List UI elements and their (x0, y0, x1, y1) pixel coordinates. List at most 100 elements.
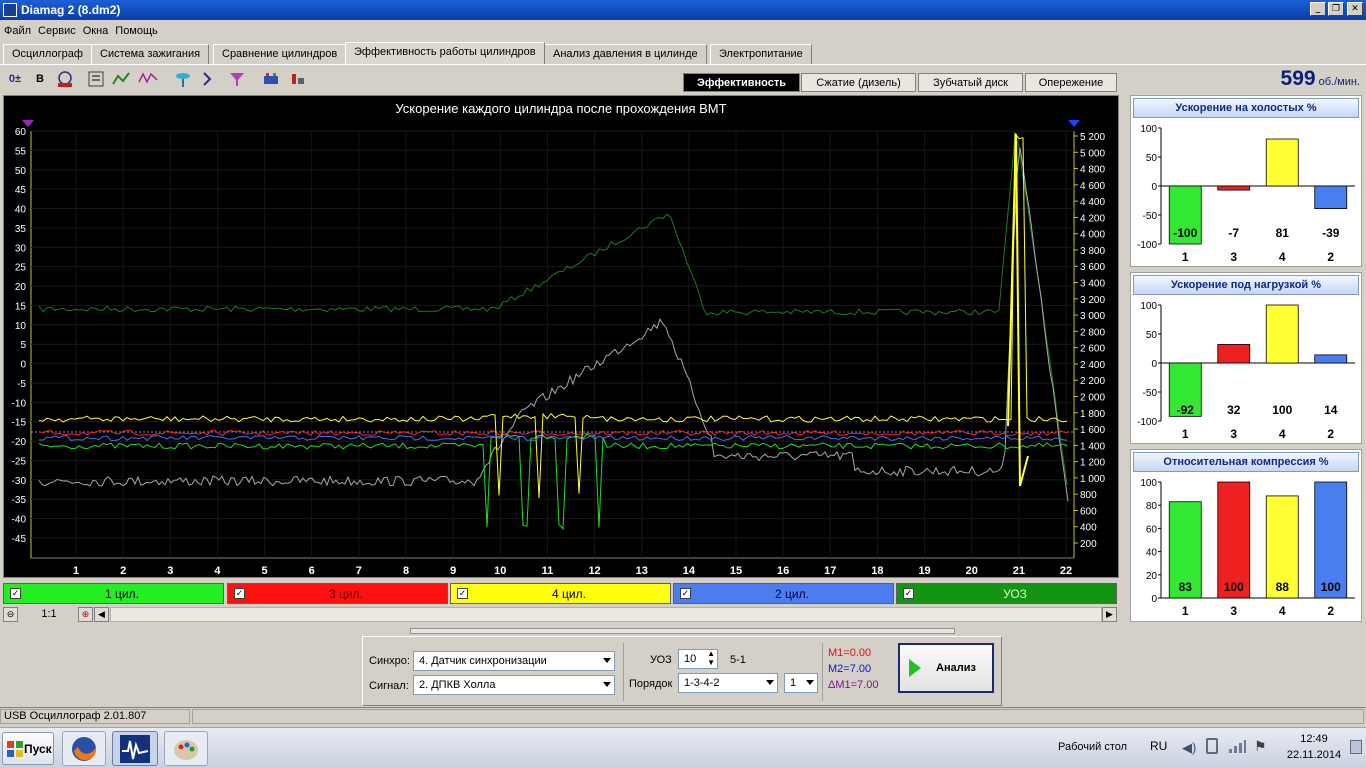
trigger-icon[interactable]: 0± (5, 69, 25, 89)
menu-file[interactable]: Файл (4, 25, 31, 37)
left-tick-label: -10 (12, 398, 27, 409)
network-icon[interactable] (1228, 739, 1246, 756)
bar-cyl-2 (1314, 185, 1348, 210)
order-extra-select[interactable]: 1 (784, 673, 818, 693)
curve-icon[interactable] (111, 69, 131, 89)
checkbox-cyl4[interactable]: ✓ (457, 588, 468, 599)
acceleration-chart[interactable]: Ускорение каждого цилиндра после прохожд… (3, 95, 1119, 578)
left-tick-label: 10 (15, 321, 27, 332)
sensor-icon[interactable] (173, 69, 193, 89)
x-tick-label: 19 (918, 565, 930, 577)
cylinder-bar-panels: Ускорение на холостых % 100 50 0 -50 -100 -10… (1128, 95, 1364, 622)
bar-cylinder-label: 2 (1327, 604, 1334, 618)
channel-legend: ✓ 1 цил. ✓ 3 цил. ✓ 4 цил. ✓ 2 цил. ✓ УОЗ (3, 583, 1119, 605)
order-icon[interactable] (86, 69, 106, 89)
left-tick-label: -40 (12, 515, 27, 526)
bar-value-label: -7 (1228, 226, 1239, 240)
engine-icon[interactable] (261, 69, 281, 89)
zoom-out-button[interactable]: ⊖ (3, 607, 18, 622)
firefox-taskbar-button[interactable] (62, 731, 106, 766)
tab-oscilloscope[interactable]: Осциллограф (3, 44, 92, 64)
flag-icon[interactable]: ⚑ (1254, 738, 1267, 755)
bar-tick-label: 0 (1151, 359, 1157, 370)
usb-device-icon[interactable] (1206, 738, 1218, 754)
rpm-icon[interactable] (55, 69, 75, 89)
bar-tick-label: -100 (1137, 417, 1157, 428)
stepper-arrows-icon[interactable]: ▲ ▼ (707, 649, 715, 667)
checkbox-uoz[interactable]: ✓ (903, 588, 914, 599)
bold-icon[interactable]: B (30, 69, 50, 89)
bar-tick-label: 60 (1146, 524, 1158, 535)
language-indicator[interactable]: RU (1150, 739, 1167, 753)
x-tick-label: 1 (73, 565, 79, 577)
panel-splitter[interactable] (410, 628, 955, 634)
panel-title: Ускорение под нагрузкой % (1133, 275, 1359, 295)
right-tick-label: 600 (1080, 506, 1097, 517)
status-panel (192, 709, 1364, 724)
clock-date[interactable]: 22.11.2014 (1280, 749, 1348, 761)
start-button[interactable]: Пуск (2, 732, 54, 765)
subtab-efficiency[interactable]: Эффективность (683, 73, 800, 92)
vvti-icon[interactable] (138, 69, 158, 89)
subtab-compression[interactable]: Сжатие (дизель) (801, 73, 916, 92)
scroll-right-button[interactable]: ▶ (1102, 607, 1117, 622)
restore-button[interactable]: ❐ (1328, 2, 1344, 16)
legend-uoz[interactable]: ✓ УОЗ (896, 583, 1117, 604)
checkbox-cyl2[interactable]: ✓ (680, 588, 691, 599)
analyze-label: Анализ (936, 662, 976, 674)
paint-taskbar-button[interactable] (164, 731, 208, 766)
tab-power[interactable]: Электропитание (710, 44, 812, 64)
legend-cyl3[interactable]: ✓ 3 цил. (227, 583, 448, 604)
menu-windows[interactable]: Окна (83, 25, 109, 37)
bar-tick-label: 0 (1151, 594, 1157, 605)
minimize-button[interactable]: _ (1310, 2, 1326, 16)
left-tick-label: 60 (15, 127, 27, 138)
cylinder-order-icon[interactable] (200, 69, 220, 89)
menu-service[interactable]: Сервис (38, 25, 76, 37)
bar-cylinder-label: 1 (1182, 604, 1189, 618)
legend-cyl4[interactable]: ✓ 4 цил. (450, 583, 671, 604)
legend-cyl1[interactable]: ✓ 1 цил. (3, 583, 224, 604)
x-tick-label: 2 (120, 565, 126, 577)
signal-select[interactable]: 2. ДПКВ Холла (413, 675, 615, 695)
x-tick-label: 15 (730, 565, 742, 577)
tab-cylinder-efficiency[interactable]: Эффективность работы цилиндров (345, 42, 545, 64)
right-tick-label: 3 200 (1080, 295, 1105, 306)
right-tick-label: 2 800 (1080, 327, 1105, 338)
sync-label: Синхро: (369, 655, 410, 667)
desktop-label[interactable]: Рабочий стол (1058, 741, 1127, 753)
left-tick-label: -45 (12, 534, 27, 545)
tab-pressure-analysis[interactable]: Анализ давления в цилинде (544, 44, 707, 64)
menu-help[interactable]: Помощь (115, 25, 158, 37)
tab-cylinder-compare[interactable]: Сравнение цилиндров (213, 44, 347, 64)
zoom-in-button[interactable]: ⊕ (78, 607, 93, 622)
diamag-taskbar-button[interactable] (112, 731, 158, 766)
bar-cyl-4 (1265, 138, 1299, 187)
scroll-left-button[interactable]: ◀ (94, 607, 109, 622)
left-marker-icon (22, 120, 34, 127)
filter-icon[interactable] (227, 69, 247, 89)
tab-ignition[interactable]: Система зажигания (91, 44, 210, 64)
clock-time[interactable]: 12:49 (1288, 733, 1340, 745)
menu-bar: Файл Сервис Окна Помощь (0, 21, 1366, 41)
close-button[interactable]: ✕ (1347, 2, 1363, 16)
checkbox-cyl3[interactable]: ✓ (234, 588, 245, 599)
sync-select[interactable]: 4. Датчик синхронизации (413, 651, 615, 671)
order-select[interactable]: 1-3-4-2 (678, 673, 778, 693)
checkbox-cyl1[interactable]: ✓ (10, 588, 21, 599)
uoz-stepper[interactable]: 10 ▲ ▼ (678, 649, 718, 669)
subtab-advance[interactable]: Опережение (1025, 73, 1117, 92)
show-desktop-icon[interactable] (1350, 740, 1362, 754)
legend-cyl2[interactable]: ✓ 2 цил. (673, 583, 894, 604)
settings-icon[interactable] (288, 69, 308, 89)
right-tick-label: 2 000 (1080, 392, 1105, 403)
analyze-button[interactable]: Анализ (898, 643, 994, 693)
zoom-scroll-row: ⊖ 1:1 ⊕ ◀ ▶ (3, 606, 1119, 623)
horizontal-scrollbar[interactable] (110, 607, 1102, 622)
subtab-toothed-disk[interactable]: Зубчатый диск (918, 73, 1023, 92)
left-tick-label: 25 (15, 263, 27, 274)
x-tick-label: 10 (494, 565, 506, 577)
bar-value-label: 100 (1224, 580, 1244, 594)
volume-icon[interactable]: ◀) (1182, 740, 1196, 756)
oscilloscope-icon (120, 734, 150, 763)
